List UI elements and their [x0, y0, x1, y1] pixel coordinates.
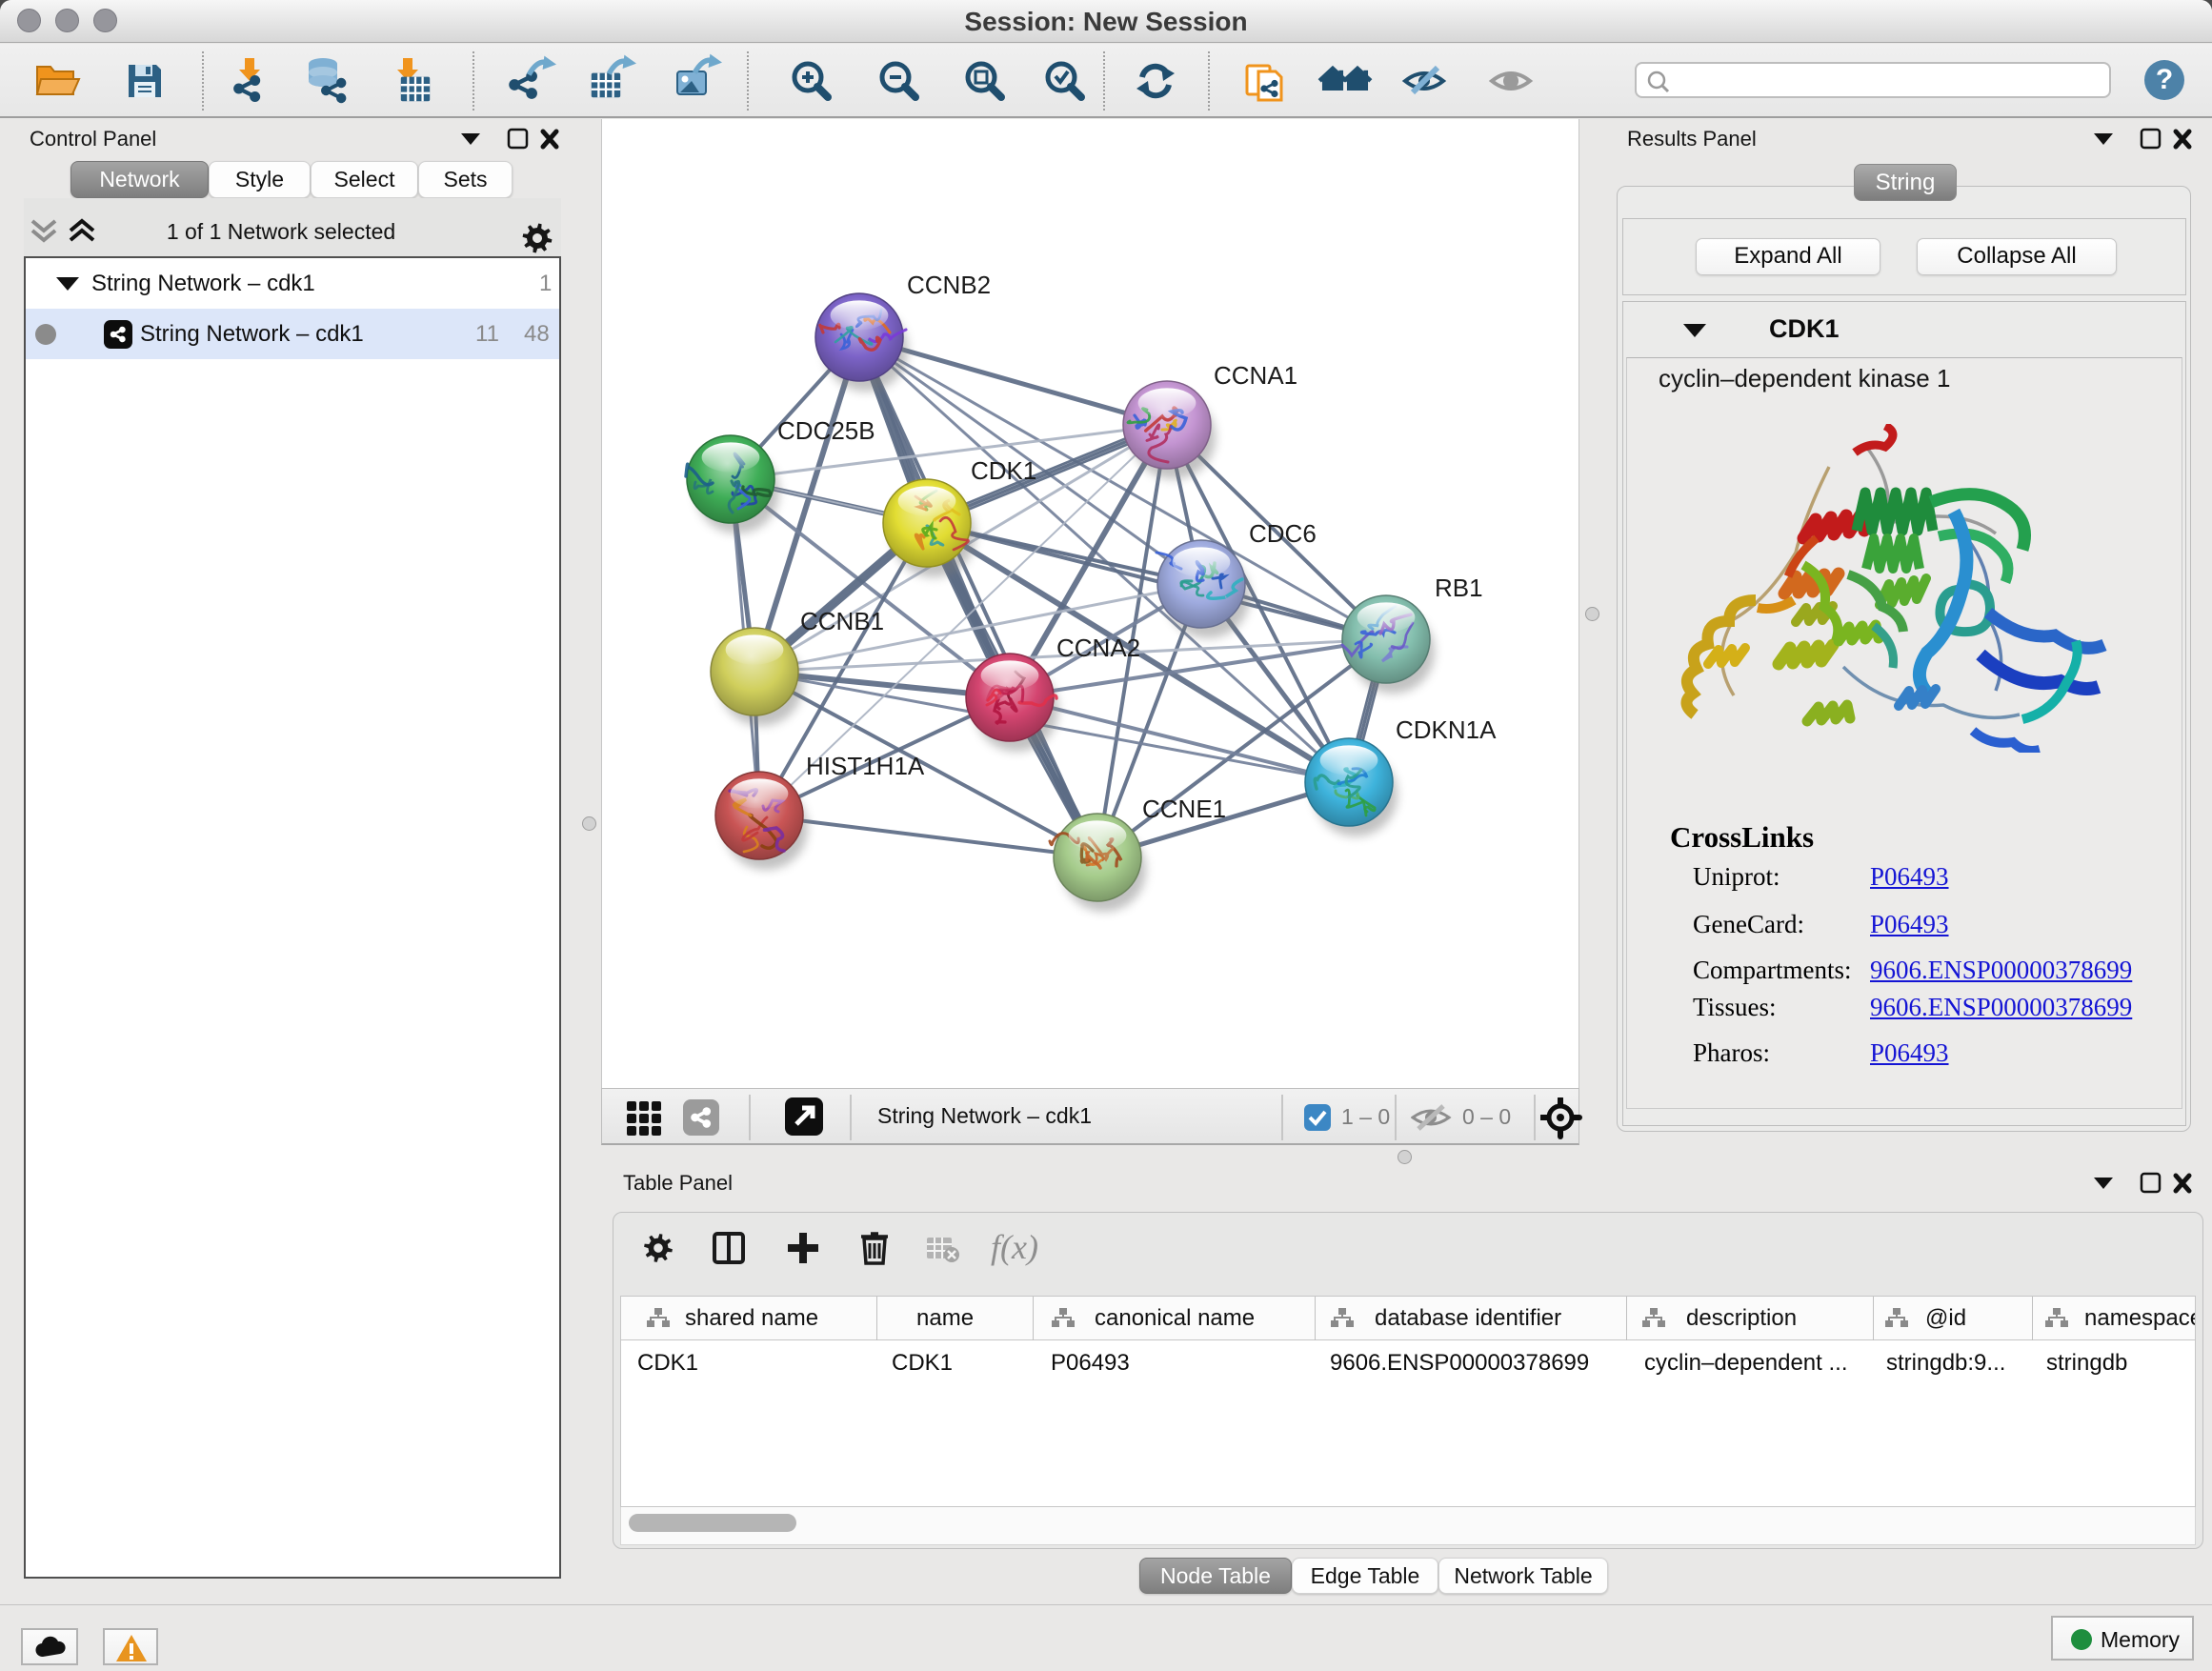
svg-text:CDC6: CDC6 — [1249, 519, 1317, 548]
svg-text:RB1: RB1 — [1435, 574, 1483, 602]
svg-text:CCNB1: CCNB1 — [800, 607, 884, 635]
svg-text:CCNE1: CCNE1 — [1142, 795, 1226, 823]
svg-text:CDKN1A: CDKN1A — [1396, 715, 1497, 744]
svg-text:CDC25B: CDC25B — [777, 416, 875, 445]
svg-text:CDK1: CDK1 — [971, 456, 1036, 485]
svg-text:CCNA2: CCNA2 — [1056, 634, 1140, 662]
svg-text:CCNA1: CCNA1 — [1214, 361, 1297, 390]
svg-text:HIST1H1A: HIST1H1A — [806, 752, 925, 780]
svg-text:CCNB2: CCNB2 — [907, 271, 991, 299]
